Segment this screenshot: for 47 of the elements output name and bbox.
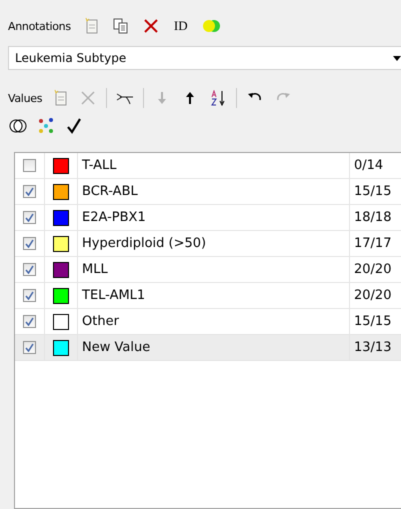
value-checkbox[interactable]	[23, 185, 36, 198]
value-name: E2A-PBX1	[82, 210, 146, 225]
value-name: MLL	[82, 262, 108, 277]
values-label: Values	[8, 92, 42, 104]
value-row[interactable]: T-ALL 0/14	[15, 153, 401, 179]
color-swatch[interactable]	[53, 314, 69, 330]
value-checkbox[interactable]	[23, 159, 36, 172]
color-swatch[interactable]	[53, 236, 69, 252]
value-row[interactable]: Other 15/15	[15, 309, 401, 335]
value-name: Other	[82, 314, 119, 329]
value-checkbox[interactable]	[23, 211, 36, 224]
value-checkbox[interactable]	[23, 263, 36, 276]
value-count: 13/13	[354, 340, 392, 355]
value-row[interactable]: Hyperdiploid (>50) 17/17	[15, 231, 401, 257]
color-swatch[interactable]	[53, 184, 69, 200]
subtype-dropdown[interactable]: Leukemia Subtype	[8, 46, 401, 70]
value-count: 15/15	[354, 184, 392, 199]
value-name: New Value	[82, 340, 150, 355]
value-row[interactable]: TEL-AML1 20/20	[15, 283, 401, 309]
value-checkbox[interactable]	[23, 341, 36, 354]
value-row[interactable]: E2A-PBX1 18/18	[15, 205, 401, 231]
value-count: 20/20	[354, 262, 392, 277]
color-swatch[interactable]	[53, 262, 69, 278]
color-dots-icon[interactable]	[36, 116, 56, 136]
value-row[interactable]: New Value 13/13	[15, 335, 401, 361]
value-checkbox[interactable]	[23, 315, 36, 328]
color-swatch[interactable]	[53, 288, 69, 304]
dropdown-caret-icon[interactable]	[393, 56, 401, 60]
value-checkbox[interactable]	[23, 289, 36, 302]
value-row[interactable]: MLL 20/20	[15, 257, 401, 283]
value-row[interactable]: BCR-ABL 15/15	[15, 179, 401, 205]
value-name: Hyperdiploid (>50)	[82, 236, 206, 251]
color-swatch[interactable]	[53, 210, 69, 226]
value-count: 15/15	[354, 314, 392, 329]
value-name: TEL-AML1	[82, 288, 146, 303]
color-swatch[interactable]	[53, 340, 69, 356]
value-count: 17/17	[354, 236, 392, 251]
value-checkbox[interactable]	[23, 237, 36, 250]
value-count: 20/20	[354, 288, 392, 303]
value-name: BCR-ABL	[82, 184, 138, 199]
id-button[interactable]: ID	[170, 16, 191, 36]
value-count: 0/14	[354, 158, 384, 173]
checkmark-icon[interactable]	[64, 116, 84, 136]
color-swatch[interactable]	[53, 158, 69, 174]
value-count: 18/18	[354, 210, 392, 225]
value-name: T-ALL	[82, 158, 117, 173]
annotations-label: Annotations	[8, 20, 71, 32]
